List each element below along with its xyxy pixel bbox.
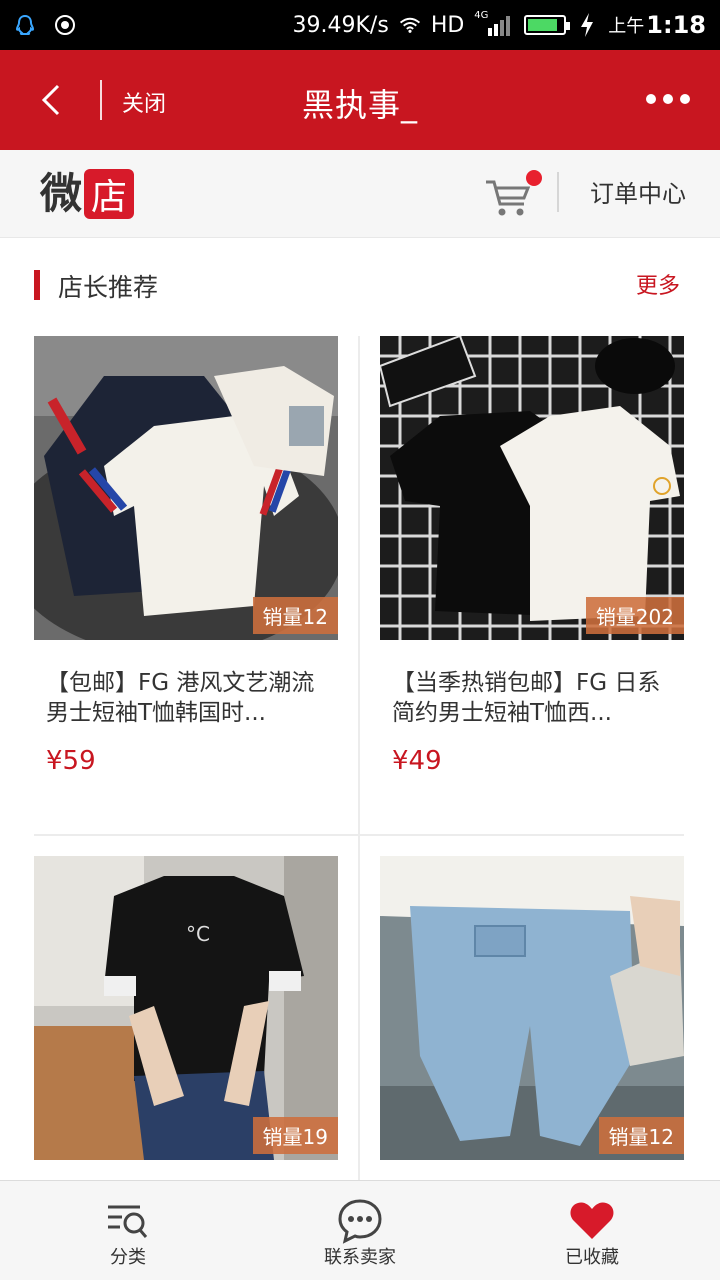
shop-bar-divider	[557, 172, 559, 212]
nav-favorited[interactable]: 已收藏	[522, 1181, 662, 1280]
network-speed: 39.49K/s	[292, 12, 389, 38]
back-button[interactable]	[30, 80, 70, 120]
product-card[interactable]: 销量12	[380, 856, 684, 1160]
product-title[interactable]: 【当季热销包邮】FG 日系简约男士短袖T恤西...	[392, 668, 672, 730]
product-card[interactable]: 销量12 【包邮】FG 港风文艺潮流男士短袖T恤韩国时... ¥59	[34, 336, 338, 776]
grid-vertical-divider	[358, 336, 360, 1186]
product-price: ¥59	[46, 746, 96, 776]
status-ampm: 上午	[608, 16, 645, 37]
weidian-logo[interactable]: 微 店	[40, 168, 135, 220]
section-title: 店长推荐	[58, 273, 159, 302]
nav-favorited-label: 已收藏	[565, 1247, 619, 1268]
product-image[interactable]: °C 销量19	[34, 856, 338, 1160]
cart-button[interactable]	[482, 170, 542, 222]
more-dot-icon	[646, 94, 656, 104]
heart-icon	[570, 1202, 614, 1239]
section-accent-bar	[34, 270, 40, 300]
close-button[interactable]: 关闭	[122, 86, 166, 118]
app-header: 关闭 黑执事_	[0, 50, 720, 150]
signal-type-label: 4G	[474, 10, 489, 21]
category-search-icon	[108, 1205, 148, 1238]
more-dot-icon	[663, 94, 673, 104]
nav-category-label: 分类	[110, 1247, 146, 1268]
svg-text:°C: °C	[186, 922, 210, 946]
cart-notification-dot	[526, 170, 542, 186]
logo-text-dian: 店	[84, 169, 135, 219]
more-link[interactable]: 更多	[636, 268, 680, 300]
sales-badge: 销量19	[252, 1117, 338, 1154]
status-bar: 39.49K/s HD 4G 上午 1:18	[0, 0, 720, 50]
grid-horizontal-divider	[34, 834, 684, 836]
product-image[interactable]: 销量12	[34, 336, 338, 640]
nav-contact-seller[interactable]: 联系卖家	[290, 1181, 430, 1280]
product-card[interactable]: °C 销量19	[34, 856, 338, 1160]
chat-bubble-icon	[338, 1199, 382, 1244]
product-card[interactable]: 销量202 【当季热销包邮】FG 日系简约男士短袖T恤西... ¥49	[380, 336, 684, 776]
signal-icon: 4G	[474, 10, 514, 36]
shop-bar: 微 店 订单中心	[0, 150, 720, 238]
order-center-link[interactable]: 订单中心	[590, 174, 686, 209]
record-icon	[54, 14, 76, 36]
sales-badge: 销量12	[252, 597, 338, 634]
product-price: ¥49	[392, 746, 442, 776]
page-title: 黑执事_	[301, 86, 418, 124]
bottom-nav: 分类 联系卖家 已收藏	[0, 1180, 720, 1280]
chevron-left-icon	[41, 84, 60, 116]
section-header: 店长推荐 更多	[0, 238, 720, 328]
product-image[interactable]: 销量202	[380, 336, 684, 640]
sales-badge: 销量12	[598, 1117, 684, 1154]
logo-text-wei: 微	[40, 169, 83, 218]
more-options-button[interactable]	[646, 84, 690, 114]
battery-fill	[528, 19, 558, 31]
hd-label: HD	[430, 12, 465, 38]
nav-contact-label: 联系卖家	[324, 1247, 396, 1268]
header-divider	[100, 80, 102, 120]
wifi-icon	[399, 14, 421, 36]
status-time: 1:18	[646, 11, 706, 39]
nav-category[interactable]: 分类	[58, 1181, 198, 1280]
more-dot-icon	[680, 94, 690, 104]
product-title[interactable]: 【包邮】FG 港风文艺潮流男士短袖T恤韩国时...	[46, 668, 326, 730]
product-image[interactable]: 销量12	[380, 856, 684, 1160]
battery-icon	[524, 15, 571, 35]
charging-icon	[576, 13, 598, 37]
qq-notification-icon	[14, 14, 36, 36]
sales-badge: 销量202	[585, 597, 684, 634]
